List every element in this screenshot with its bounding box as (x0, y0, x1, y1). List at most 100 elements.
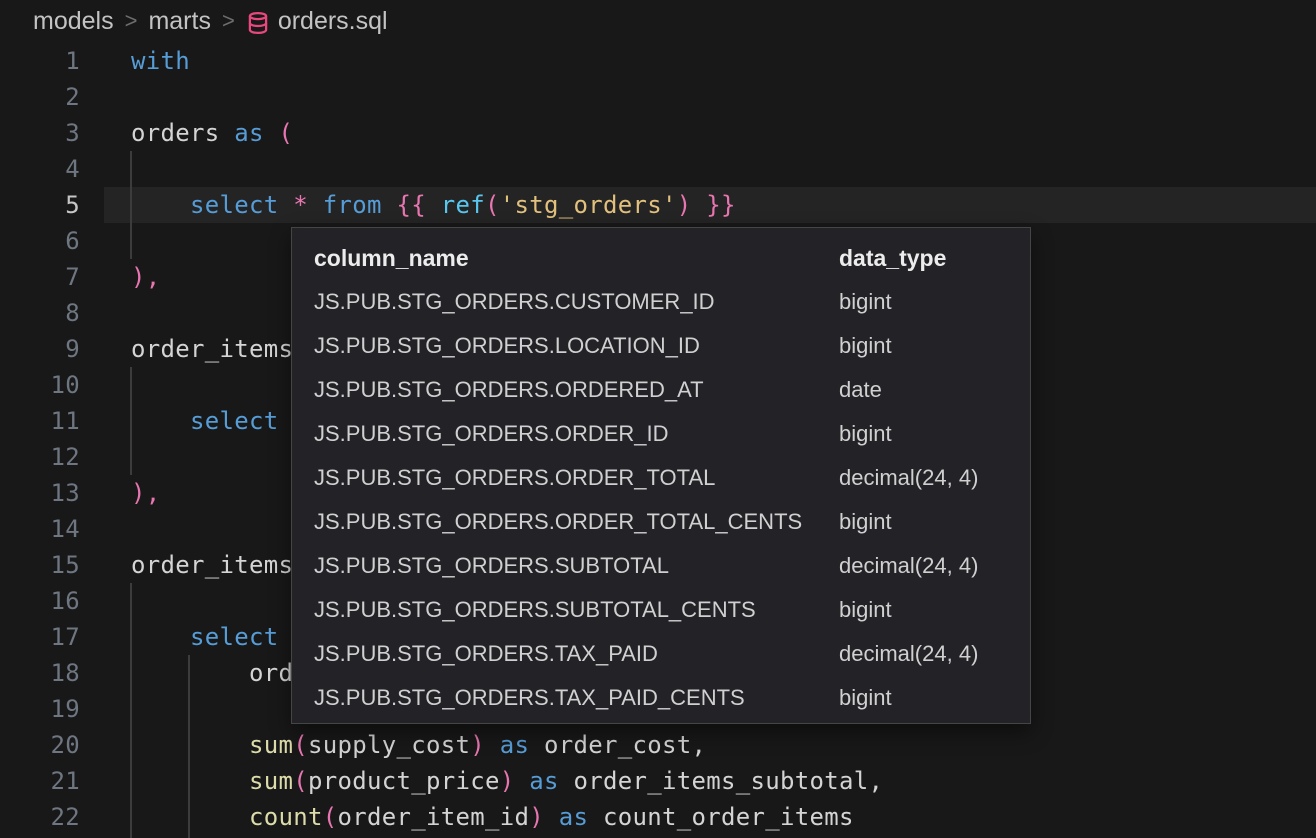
data-type-cell: bigint (839, 333, 1008, 359)
token-bracket: ) (470, 731, 485, 759)
data-type-cell: date (839, 377, 1008, 403)
breadcrumb-item-file[interactable]: orders.sql (246, 7, 388, 36)
token-keyword: select (190, 407, 279, 435)
token-bracket: }} (706, 191, 736, 219)
token-text (131, 191, 190, 219)
token-text (131, 767, 249, 795)
line-number[interactable]: 9 (0, 331, 104, 367)
line-number[interactable]: 3 (0, 115, 104, 151)
token-bracket: ( (323, 803, 338, 831)
indent-guide (130, 367, 132, 475)
line-number[interactable]: 7 (0, 259, 104, 295)
token-bracket: ) (500, 767, 515, 795)
line-number[interactable]: 22 (0, 799, 104, 835)
line-number[interactable]: 17 (0, 619, 104, 655)
column-info-popup: column_name data_type JS.PUB.STG_ORDERS.… (291, 227, 1031, 724)
popup-header-column-name: column_name (314, 245, 839, 272)
line-number[interactable]: 18 (0, 655, 104, 691)
token-bracket: * (293, 191, 308, 219)
token-text (131, 623, 190, 651)
code-line[interactable]: 4 (0, 151, 1316, 187)
line-number[interactable]: 8 (0, 295, 104, 331)
column-name-cell: JS.PUB.STG_ORDERS.TAX_PAID (314, 641, 839, 667)
column-name-cell: JS.PUB.STG_ORDERS.ORDER_TOTAL_CENTS (314, 509, 839, 535)
code-line[interactable]: 20 sum(supply_cost) as order_cost, (0, 727, 1316, 763)
column-name-cell: JS.PUB.STG_ORDERS.ORDERED_AT (314, 377, 839, 403)
popup-row: JS.PUB.STG_ORDERS.CUSTOMER_IDbigint (314, 280, 1008, 324)
breadcrumb-file-label: orders.sql (278, 7, 388, 36)
token-bracket: {{ (397, 191, 427, 219)
token-text: supply_cost (308, 731, 470, 759)
token-text (544, 803, 559, 831)
column-name-cell: JS.PUB.STG_ORDERS.CUSTOMER_ID (314, 289, 839, 315)
token-bracket: ) (677, 191, 692, 219)
code-line[interactable]: 5 select * from {{ ref('stg_orders') }} (0, 187, 1316, 223)
line-number[interactable]: 11 (0, 403, 104, 439)
code-text[interactable]: sum(product_price) as order_items_subtot… (104, 763, 1316, 799)
line-number[interactable]: 2 (0, 79, 104, 115)
code-text[interactable] (104, 79, 1316, 115)
code-line[interactable]: 22 count(order_item_id) as count_order_i… (0, 799, 1316, 835)
token-bracket: ) (529, 803, 544, 831)
line-number[interactable]: 15 (0, 547, 104, 583)
token-text: product_price (308, 767, 500, 795)
column-name-cell: JS.PUB.STG_ORDERS.ORDER_ID (314, 421, 839, 447)
popup-header-data-type: data_type (839, 245, 1008, 272)
line-number[interactable]: 10 (0, 367, 104, 403)
chevron-right-icon: > (222, 8, 235, 34)
line-number[interactable]: 12 (0, 439, 104, 475)
column-name-cell: JS.PUB.STG_ORDERS.SUBTOTAL (314, 553, 839, 579)
token-func: count (249, 803, 323, 831)
token-keyword: as (234, 119, 264, 147)
column-name-cell: JS.PUB.STG_ORDERS.LOCATION_ID (314, 333, 839, 359)
line-number[interactable]: 1 (0, 43, 104, 79)
token-keyword: select (190, 623, 279, 651)
code-line[interactable]: 2 (0, 79, 1316, 115)
code-text[interactable]: sum(supply_cost) as order_cost, (104, 727, 1316, 763)
column-name-cell: JS.PUB.STG_ORDERS.SUBTOTAL_CENTS (314, 597, 839, 623)
token-text (382, 191, 397, 219)
token-keyword: as (500, 731, 530, 759)
line-number[interactable]: 19 (0, 691, 104, 727)
token-text (426, 191, 441, 219)
token-keyword: with (131, 47, 190, 75)
line-number[interactable]: 16 (0, 583, 104, 619)
token-bracket: ( (293, 731, 308, 759)
token-text: order_item_id (338, 803, 530, 831)
token-bracket: ( (485, 191, 500, 219)
data-type-cell: bigint (839, 597, 1008, 623)
code-text[interactable]: orders as ( (104, 115, 1316, 151)
code-text[interactable] (104, 151, 1316, 187)
popup-row: JS.PUB.STG_ORDERS.SUBTOTAL_CENTSbigint (314, 588, 1008, 632)
token-func: sum (249, 731, 293, 759)
token-keyword: as (529, 767, 559, 795)
database-icon (246, 11, 270, 35)
line-number[interactable]: 6 (0, 223, 104, 259)
token-text: order_cost, (529, 731, 706, 759)
token-text (308, 191, 323, 219)
token-keyword: select (190, 191, 279, 219)
breadcrumb-item-marts[interactable]: marts (148, 7, 211, 36)
line-number[interactable]: 21 (0, 763, 104, 799)
code-text[interactable]: select * from {{ ref('stg_orders') }} (104, 187, 1316, 223)
popup-row: JS.PUB.STG_ORDERS.TAX_PAIDdecimal(24, 4) (314, 632, 1008, 676)
data-type-cell: decimal(24, 4) (839, 465, 1008, 491)
line-number[interactable]: 20 (0, 727, 104, 763)
token-text (485, 731, 500, 759)
code-line[interactable]: 1 with (0, 43, 1316, 79)
column-name-cell: JS.PUB.STG_ORDERS.TAX_PAID_CENTS (314, 685, 839, 711)
line-number[interactable]: 5 (0, 187, 104, 223)
popup-rows: JS.PUB.STG_ORDERS.CUSTOMER_IDbigintJS.PU… (314, 280, 1008, 720)
line-number[interactable]: 4 (0, 151, 104, 187)
line-number[interactable]: 14 (0, 511, 104, 547)
code-text[interactable]: with (104, 43, 1316, 79)
token-text: count_order_items (588, 803, 854, 831)
token-bracket: ), (131, 263, 161, 291)
code-line[interactable]: 3orders as ( (0, 115, 1316, 151)
code-text[interactable]: count(order_item_id) as count_order_item… (104, 799, 1316, 835)
breadcrumb-item-models[interactable]: models (33, 7, 114, 36)
line-number[interactable]: 13 (0, 475, 104, 511)
popup-row: JS.PUB.STG_ORDERS.ORDER_IDbigint (314, 412, 1008, 456)
column-name-cell: JS.PUB.STG_ORDERS.ORDER_TOTAL (314, 465, 839, 491)
code-line[interactable]: 21 sum(product_price) as order_items_sub… (0, 763, 1316, 799)
